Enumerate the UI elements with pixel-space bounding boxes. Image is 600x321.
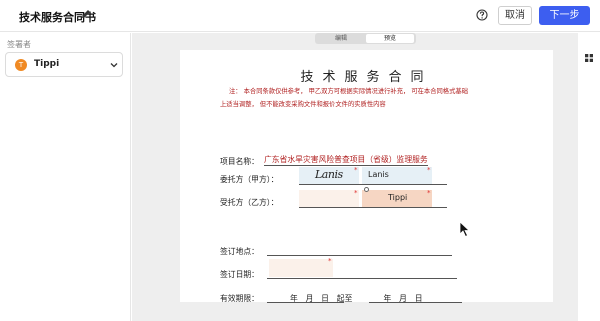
sign-date-field[interactable] <box>269 259 333 277</box>
party-a-handwritten-signature: Lanis <box>315 168 343 181</box>
required-mark: * <box>427 166 431 174</box>
party-b-label: 受托方（乙方）： <box>220 198 279 207</box>
sign-place-underline <box>267 255 452 256</box>
required-mark: * <box>354 189 358 197</box>
sign-place-label: 签订地点： <box>220 247 259 256</box>
party-b-underline <box>299 207 447 208</box>
party-b-signature-field[interactable] <box>299 190 359 207</box>
field-anchor-handle[interactable] <box>364 187 369 192</box>
tab-edit[interactable]: 编辑 <box>317 34 365 43</box>
grid-icon[interactable] <box>585 54 593 62</box>
contract-title: 技术服务合同 <box>300 70 433 85</box>
sign-date-underline <box>267 278 457 279</box>
contract-note-line-1: 注： 本合同条款仅供参考， 甲乙双方可根据实际情况进行补充， 可在本合同格式基础 <box>229 88 468 95</box>
party-a-label: 委托方（甲方）： <box>220 175 279 184</box>
party-a-name-value: Lanis <box>368 170 389 179</box>
view-mode-toggle: 编辑 预览 <box>315 33 416 44</box>
contract-page: 技术服务合同 注： 本合同条款仅供参考， 甲乙双方可根据实际情况进行补充， 可在… <box>180 50 553 303</box>
right-toolbar <box>578 33 600 321</box>
required-mark: * <box>354 166 358 174</box>
signer-sidebar: 签署者 T Tippi <box>0 33 131 321</box>
validity-start-underline <box>267 302 344 303</box>
top-bar: 技术服务合同书 取消 下一步 <box>0 0 600 32</box>
party-b-name-value: Tippi <box>388 193 408 202</box>
validity-end-underline <box>369 302 462 303</box>
project-name-label: 项目名称： <box>220 157 259 166</box>
required-mark: * <box>427 189 431 197</box>
edit-icon[interactable] <box>80 8 92 20</box>
signers-label: 签署者 <box>7 40 31 49</box>
validity-label: 有效期限： <box>220 294 259 303</box>
sign-date-label: 签订日期： <box>220 270 259 279</box>
next-step-button[interactable]: 下一步 <box>539 6 590 25</box>
party-a-underline <box>299 184 447 185</box>
tab-preview[interactable]: 预览 <box>366 34 414 43</box>
required-mark: * <box>328 257 332 265</box>
signer-avatar: T <box>15 59 27 71</box>
chevron-down-icon[interactable] <box>110 62 118 68</box>
contract-note-line-2: 上适当调整， 但不能改变采购文件和报价文件的实质性内容 <box>220 101 386 108</box>
mouse-cursor-icon <box>459 221 471 238</box>
signer-name: Tippi <box>34 59 60 69</box>
help-icon[interactable] <box>476 9 488 21</box>
document-canvas: 编辑 预览 技术服务合同 注： 本合同条款仅供参考， 甲乙双方可根据实际情况进行… <box>132 33 578 321</box>
project-name-value: 广东省水旱灾害风险普查项目（省级）监理服务 <box>264 155 428 166</box>
signer-select[interactable]: T Tippi <box>5 52 123 77</box>
cancel-button[interactable]: 取消 <box>498 6 532 25</box>
